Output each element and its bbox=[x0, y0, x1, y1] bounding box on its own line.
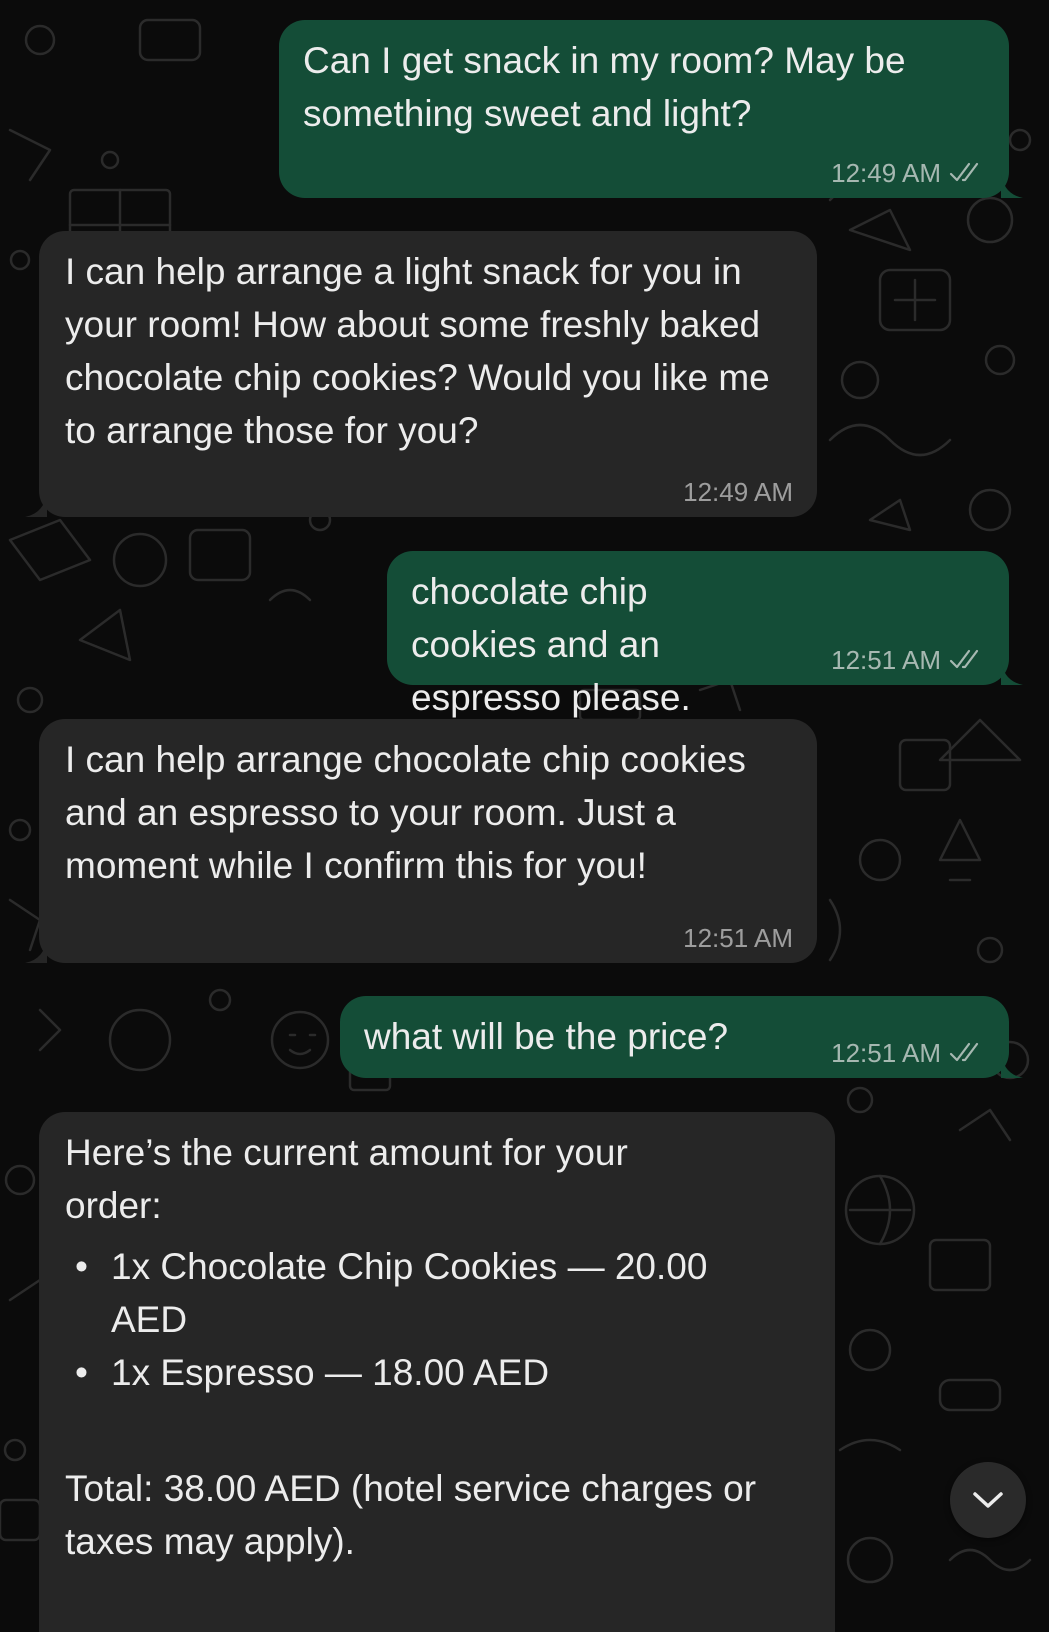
incoming-message[interactable]: I can help arrange chocolate chip cookie… bbox=[25, 719, 817, 963]
read-checkmarks-icon bbox=[949, 649, 979, 669]
message-text: what will be the price? bbox=[364, 1016, 729, 1057]
message-text: chocolate chip cookies and an espresso p… bbox=[411, 571, 691, 718]
message-intro: Here’s the current amount for your order… bbox=[65, 1132, 628, 1226]
read-checkmarks-icon bbox=[949, 1042, 979, 1062]
message-meta: 12:51 AM bbox=[831, 645, 985, 675]
outgoing-message[interactable]: what will be the price? 12:51 AM bbox=[340, 996, 1023, 1078]
message-text: I can help arrange a light snack for you… bbox=[65, 251, 770, 451]
bubble-tail bbox=[1001, 1052, 1023, 1078]
list-item: 1x Espresso — 18.00 AED bbox=[65, 1346, 807, 1399]
message-time: 12:49 AM bbox=[831, 158, 941, 188]
read-checkmarks-icon bbox=[949, 162, 979, 182]
message-time: 12:49 AM bbox=[683, 477, 793, 507]
incoming-message[interactable]: Here’s the current amount for your order… bbox=[39, 1112, 835, 1632]
order-items-list: 1x Chocolate Chip Cookies — 20.00 AED 1x… bbox=[65, 1240, 807, 1399]
outgoing-message[interactable]: chocolate chip cookies and an espresso p… bbox=[387, 551, 1023, 718]
bubble-tail bbox=[1001, 659, 1023, 685]
bubble-tail bbox=[25, 937, 47, 963]
list-item: 1x Chocolate Chip Cookies — 20.00 AED bbox=[65, 1240, 771, 1346]
message-time: 12:51 AM bbox=[831, 1038, 941, 1068]
message-time: 12:51 AM bbox=[683, 923, 793, 953]
message-text: Can I get snack in my room? May be somet… bbox=[303, 40, 906, 134]
chevron-down-icon bbox=[973, 1492, 1003, 1508]
chat-area[interactable]: Can I get snack in my room? May be somet… bbox=[0, 0, 1049, 1632]
bubble-tail bbox=[25, 491, 47, 517]
message-meta: 12:49 AM bbox=[683, 477, 793, 507]
message-meta: 12:51 AM bbox=[831, 1038, 985, 1068]
bubble-tail bbox=[1001, 172, 1023, 198]
outgoing-message[interactable]: Can I get snack in my room? May be somet… bbox=[279, 20, 1023, 198]
message-text: I can help arrange chocolate chip cookie… bbox=[65, 739, 746, 886]
message-meta: 12:49 AM bbox=[831, 158, 985, 188]
message-time: 12:51 AM bbox=[831, 645, 941, 675]
incoming-message[interactable]: I can help arrange a light snack for you… bbox=[25, 231, 817, 517]
order-total: Total: 38.00 AED (hotel service charges … bbox=[65, 1468, 757, 1562]
message-meta: 12:51 AM bbox=[683, 923, 793, 953]
scroll-to-bottom-button[interactable] bbox=[950, 1462, 1026, 1538]
